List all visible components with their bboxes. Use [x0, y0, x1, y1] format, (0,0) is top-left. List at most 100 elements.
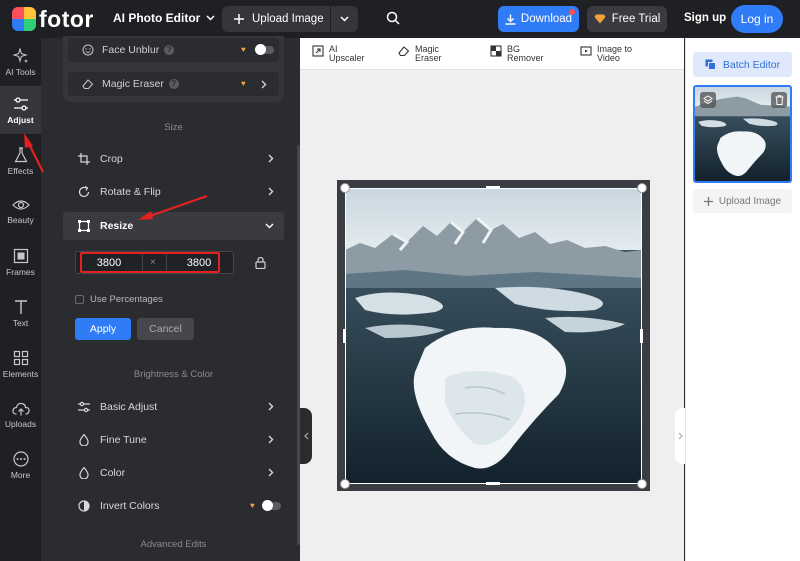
upload-image-side-label: Upload Image: [718, 195, 782, 207]
crop-edge-right[interactable]: [640, 329, 643, 343]
flask-icon: [14, 146, 27, 162]
brightness-color-section-label: Brightness & Color: [133, 369, 214, 380]
rotate-flip-row[interactable]: Rotate & Flip: [63, 178, 284, 206]
editor-switcher[interactable]: AI Photo Editor: [113, 11, 215, 25]
image-to-video-label-2: Video: [597, 53, 620, 63]
crop-border: [345, 188, 642, 484]
download-button[interactable]: Download: [498, 6, 579, 32]
ai-upscaler-tool[interactable]: AI Upscaler: [312, 45, 365, 63]
invert-colors-row[interactable]: Invert Colors ♥: [63, 492, 284, 520]
use-percentages-checkbox[interactable]: [75, 295, 84, 304]
batch-editor-label: Batch Editor: [722, 58, 781, 71]
rail-item-effects[interactable]: Effects: [0, 137, 41, 185]
crop-row[interactable]: Crop: [63, 145, 284, 173]
rail-item-beauty[interactable]: Beauty: [0, 187, 41, 235]
expand-right-panel-button[interactable]: [675, 408, 685, 464]
premium-icon: ♥: [241, 79, 246, 88]
free-trial-button[interactable]: Free Trial: [587, 6, 667, 32]
drop-icon: [76, 434, 92, 446]
magic-eraser-label: Magic Eraser: [102, 78, 164, 90]
rail-item-frames[interactable]: Frames: [0, 238, 41, 286]
lock-icon: [255, 256, 266, 270]
magic-eraser-label-2: Eraser: [415, 53, 442, 63]
free-trial-label: Free Trial: [611, 13, 661, 25]
annotation-highlight-box: [80, 252, 220, 273]
log-in-button[interactable]: Log in: [731, 5, 783, 33]
chevron-down-icon: [265, 223, 274, 229]
face-unblur-row[interactable]: Face Unblur ? ♥: [68, 38, 279, 62]
fine-tune-label: Fine Tune: [100, 434, 147, 446]
rotate-icon: [76, 186, 92, 198]
aspect-lock-button[interactable]: [255, 256, 266, 274]
image-thumbnail[interactable]: [693, 85, 792, 183]
resize-row[interactable]: Resize: [63, 212, 284, 240]
crop-edge-left[interactable]: [343, 329, 346, 343]
sign-up-link[interactable]: Sign up: [684, 12, 726, 24]
face-icon: [82, 44, 94, 56]
rotate-flip-label: Rotate & Flip: [100, 186, 161, 198]
plus-icon: [234, 14, 244, 24]
rail-item-adjust[interactable]: Adjust: [0, 86, 41, 134]
upload-image-control: Upload Image: [222, 6, 358, 32]
fine-tune-row[interactable]: Fine Tune: [63, 426, 284, 454]
batch-editor-button[interactable]: Batch Editor: [693, 52, 792, 77]
rail-label: Frames: [6, 266, 35, 277]
ai-upscaler-label-2: Upscaler: [329, 53, 365, 63]
rail-label: Uploads: [4, 418, 37, 429]
chevron-down-icon: [206, 15, 215, 21]
rail-item-text[interactable]: Text: [0, 289, 41, 337]
eraser-icon: [398, 46, 410, 57]
chevron-right-icon: [261, 80, 267, 89]
bg-remover-tool[interactable]: BG Remover: [490, 45, 544, 63]
magic-eraser-row[interactable]: Magic Eraser ? ♥: [68, 72, 279, 96]
trash-icon[interactable]: [771, 92, 787, 108]
rail-item-ai-tools[interactable]: AI Tools: [0, 38, 41, 86]
upload-dropdown-button[interactable]: [331, 6, 358, 32]
help-icon[interactable]: ?: [168, 79, 179, 89]
upload-image-button[interactable]: Upload Image: [222, 6, 330, 32]
search-button[interactable]: [386, 11, 400, 30]
layers-icon[interactable]: [700, 92, 716, 108]
fotor-logo[interactable]: fotor: [12, 7, 94, 31]
invert-colors-toggle[interactable]: [262, 500, 281, 511]
frame-icon: [13, 248, 28, 263]
video-icon: [580, 46, 592, 56]
chevron-down-icon: [340, 16, 349, 22]
download-label: Download: [520, 13, 573, 25]
magic-eraser-tool[interactable]: Magic Eraser: [398, 45, 442, 63]
crop-handle-bottom-right[interactable]: [637, 479, 647, 489]
upload-image-side-button[interactable]: Upload Image: [693, 189, 792, 213]
premium-icon: ♥: [250, 501, 255, 510]
rail-item-more[interactable]: More: [0, 441, 41, 489]
rail-label: More: [10, 469, 31, 480]
crop-edge-bottom[interactable]: [486, 482, 500, 485]
collapse-panel-button[interactable]: [300, 408, 312, 464]
chevron-left-icon: [303, 432, 308, 440]
bg-remover-icon: [490, 45, 502, 57]
color-label: Color: [100, 467, 126, 479]
basic-adjust-row[interactable]: Basic Adjust: [63, 393, 284, 421]
rail-label: Adjust: [7, 114, 34, 125]
chevron-right-icon: [268, 435, 274, 444]
help-icon[interactable]: ?: [164, 45, 175, 55]
rail-item-uploads[interactable]: Uploads: [0, 391, 41, 439]
chevron-right-icon: [268, 187, 274, 196]
batch-icon: [705, 59, 716, 70]
cancel-button[interactable]: Cancel: [137, 318, 194, 340]
face-unblur-toggle[interactable]: [255, 44, 274, 55]
sliders-icon: [13, 96, 28, 111]
color-row[interactable]: Color: [63, 459, 284, 487]
use-percentages-option[interactable]: Use Percentages: [75, 294, 163, 305]
invert-colors-label: Invert Colors: [100, 500, 160, 512]
crop-handle-top-left[interactable]: [340, 183, 350, 193]
image-to-video-tool[interactable]: Image to Video: [580, 45, 632, 63]
chevron-right-icon: [268, 154, 274, 163]
use-percentages-label: Use Percentages: [90, 294, 163, 305]
crop-edge-top[interactable]: [486, 186, 500, 189]
crop-handle-top-right[interactable]: [637, 183, 647, 193]
apply-button[interactable]: Apply: [75, 318, 131, 340]
rail-item-elements[interactable]: Elements: [0, 340, 41, 388]
crop-handle-bottom-left[interactable]: [340, 479, 350, 489]
basic-adjust-label: Basic Adjust: [100, 401, 158, 413]
advanced-edits-section-label: Advanced Edits: [140, 539, 207, 550]
